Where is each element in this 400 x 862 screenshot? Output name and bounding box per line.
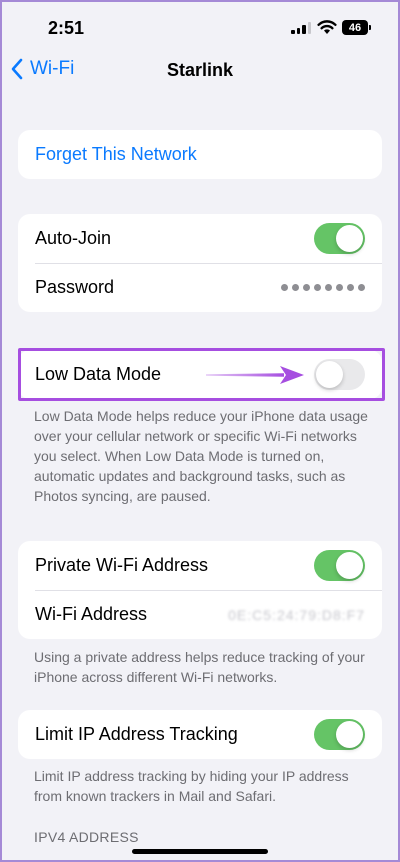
home-indicator[interactable] [132, 849, 268, 854]
limit-ip-description: Limit IP address tracking by hiding your… [34, 768, 349, 804]
wifi-icon [317, 20, 337, 34]
password-row[interactable]: Password [18, 263, 382, 312]
highlight-annotation-box [18, 348, 385, 401]
forget-network-card: Forget This Network [18, 130, 382, 179]
page-title: Starlink [166, 60, 234, 80]
private-address-description: Using a private address helps reduce tra… [34, 649, 365, 685]
private-address-label: Private Wi-Fi Address [35, 555, 209, 575]
limit-ip-row: Limit IP Address Tracking [18, 710, 382, 759]
wifi-address-row: Wi-Fi Address 0E:C5:24:79:D8:F7 [18, 590, 382, 639]
limit-ip-toggle[interactable] [314, 719, 365, 750]
join-settings-card: Auto-Join Password [18, 214, 382, 312]
auto-join-label: Auto-Join [35, 228, 112, 248]
low-data-mode-description: Low Data Mode helps reduce your iPhone d… [34, 408, 368, 504]
arrow-right-icon [206, 366, 304, 384]
battery-level: 46 [342, 20, 368, 35]
private-address-toggle[interactable] [314, 550, 365, 581]
wifi-address-value: 0E:C5:24:79:D8:F7 [228, 606, 365, 623]
limit-ip-card: Limit IP Address Tracking [18, 710, 382, 759]
wifi-address-label: Wi-Fi Address [35, 604, 148, 624]
password-masked-value [281, 284, 365, 291]
forget-network-button[interactable]: Forget This Network [18, 130, 382, 179]
status-bar: 2:51 46 [0, 0, 400, 54]
ipv4-section-header: IPV4 ADDRESS [34, 829, 139, 845]
auto-join-row: Auto-Join [18, 214, 382, 263]
status-time: 2:51 [48, 18, 85, 38]
limit-ip-label: Limit IP Address Tracking [35, 724, 238, 744]
password-label: Password [35, 277, 115, 297]
navigation-bar: Wi-Fi Starlink [0, 54, 400, 94]
battery-icon: 46 [342, 20, 372, 35]
forget-network-label: Forget This Network [35, 144, 197, 164]
auto-join-toggle[interactable] [314, 223, 365, 254]
cellular-signal-icon [291, 22, 311, 34]
private-address-row: Private Wi-Fi Address [18, 541, 382, 590]
private-address-card: Private Wi-Fi Address Wi-Fi Address 0E:C… [18, 541, 382, 639]
